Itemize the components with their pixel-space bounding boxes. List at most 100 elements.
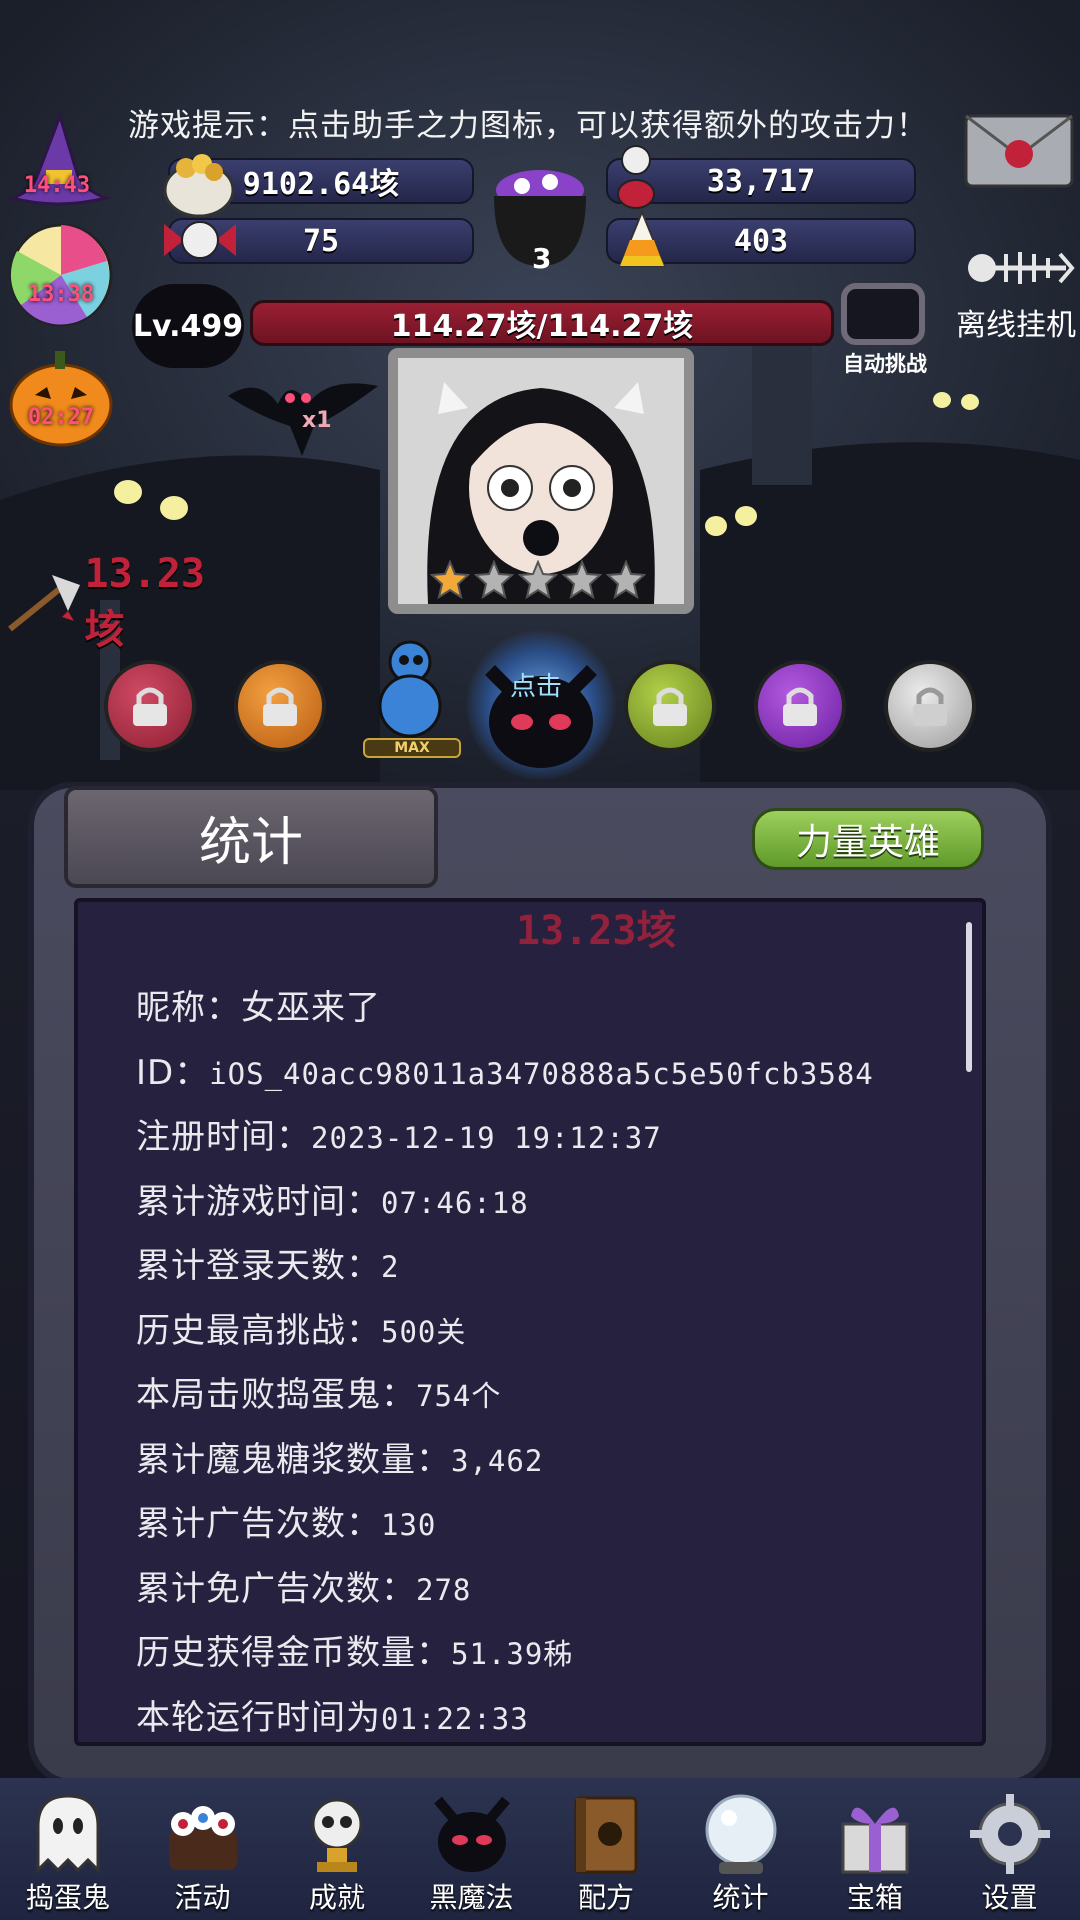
helper-slot-orange-locked[interactable] — [234, 660, 326, 752]
nav-item-7[interactable]: 设置 — [950, 1790, 1070, 1916]
candy-corn-icon — [616, 210, 668, 270]
stat-label: 注册时间： — [136, 1117, 311, 1157]
power-hero-button[interactable]: 力量英雄 — [752, 808, 984, 870]
damage-ghost-text: 13.23垓 — [516, 908, 677, 954]
gold-value: 9102.64垓 — [242, 167, 400, 202]
star-empty-icon — [518, 560, 558, 600]
stat-row: 昵称：女巫来了 — [136, 980, 381, 1029]
skull-candy-icon — [160, 214, 240, 266]
offline-idle-button[interactable]: 离线挂机 — [956, 244, 1080, 343]
skull-trophy-icon — [293, 1790, 381, 1878]
witch-timer: 14:43 — [23, 172, 91, 198]
damage-indicator: 13.23垓 — [2, 551, 242, 653]
candy-bow-value: 75 — [302, 223, 340, 259]
cauldron-count: 3 — [532, 242, 552, 275]
stat-label: ID： — [136, 1052, 210, 1093]
gear-icon — [966, 1790, 1054, 1878]
panel-title: 统计 — [64, 786, 438, 888]
stat-row: 注册时间：2023-12-19 19:12:37 — [136, 1109, 662, 1158]
skull-potion-icon — [606, 142, 670, 212]
demon-head-icon — [428, 1790, 516, 1878]
stat-row: 历史获得金币数量：51.39秭 — [136, 1625, 573, 1674]
stat-value: 500关 — [381, 1314, 467, 1349]
nav-item-4[interactable]: 配方 — [546, 1790, 666, 1916]
envelope-icon — [964, 114, 1074, 188]
stat-label: 历史最高挑战： — [136, 1310, 381, 1351]
helper-slot-red-locked[interactable] — [104, 660, 196, 752]
helper-slot-purple-locked[interactable] — [754, 660, 846, 752]
stat-row: 历史最高挑战：500关 — [136, 1303, 466, 1352]
nav-label: 成就 — [308, 1881, 365, 1914]
stat-value: 51.39秭 — [451, 1637, 574, 1671]
scrollbar[interactable] — [966, 922, 972, 1072]
demon-cat-icon — [485, 665, 597, 768]
stat-value: 07:46:18 — [381, 1185, 529, 1220]
auto-challenge-label: 自动挑战 — [843, 352, 927, 376]
crystal-ball-icon — [697, 1790, 785, 1878]
eyeball-cake-icon — [159, 1790, 247, 1878]
stat-row: ID：iOS_40acc98011a3470888a5c5e50fcb3584 — [136, 1045, 874, 1094]
blue-snowman-icon — [378, 640, 442, 738]
auto-challenge-button[interactable]: 自动挑战 — [830, 282, 940, 382]
stat-row: 累计魔鬼糖浆数量：3,462 — [136, 1432, 543, 1481]
nav-item-3[interactable]: 黑魔法 — [412, 1790, 532, 1916]
stat-value: 女巫来了 — [241, 988, 381, 1028]
axe-icon — [8, 575, 80, 632]
tap-attack-button[interactable]: 点击 — [466, 630, 616, 780]
spellbook-icon — [562, 1790, 650, 1878]
nav-label: 配方 — [577, 1881, 634, 1914]
nav-item-5[interactable]: 统计 — [681, 1790, 801, 1916]
lollipop-icon — [9, 223, 113, 327]
star-empty-icon — [562, 560, 602, 600]
stat-label: 累计魔鬼糖浆数量： — [136, 1439, 451, 1480]
helper-slot-green-locked[interactable] — [624, 660, 716, 752]
gem-value: 33,717 — [706, 163, 816, 199]
nav-item-1[interactable]: 活动 — [143, 1790, 263, 1916]
star-filled-icon — [430, 560, 470, 600]
stat-value: 01:22:33 — [381, 1701, 529, 1736]
enemy-hp-text: 114.27垓/114.27垓 — [390, 309, 694, 344]
stat-label: 累计登录天数： — [136, 1246, 381, 1286]
lock-icon — [913, 687, 947, 726]
bat-helper[interactable]: x1 — [218, 356, 388, 466]
witch-hat-timer-button[interactable]: 14:43 — [2, 110, 112, 220]
stat-value: iOS_40acc98011a3470888a5c5e50fcb3584 — [209, 1056, 874, 1091]
lock-icon — [263, 687, 297, 726]
stat-value: 2023-12-19 19:12:37 — [311, 1121, 662, 1155]
nav-label: 黑魔法 — [429, 1881, 514, 1914]
stat-label: 本局击败捣蛋鬼： — [136, 1375, 416, 1415]
stat-row: 累计广告次数：130 — [136, 1496, 436, 1545]
stat-label: 历史获得金币数量： — [136, 1633, 451, 1673]
bat-multiplier: x1 — [302, 408, 332, 433]
game-hint-text: 游戏提示：点击助手之力图标，可以获得额外的攻击力！ — [128, 108, 928, 144]
cauldron-button[interactable]: 3 — [478, 148, 602, 278]
stat-value: 3,462 — [451, 1443, 544, 1478]
fish-bone-icon — [968, 252, 1075, 284]
nav-item-6[interactable]: 宝箱 — [815, 1790, 935, 1916]
enemy-hp-bar: 114.27垓/114.27垓 — [250, 300, 834, 346]
stat-value: 754个 — [416, 1379, 502, 1413]
lollipop-timer: 13:38 — [27, 281, 95, 307]
stat-label: 本轮运行时间为 — [136, 1697, 381, 1738]
pumpkin-timer: 02:27 — [27, 404, 95, 430]
lock-icon — [653, 687, 687, 726]
stat-value: 278 — [416, 1572, 472, 1607]
helper-slot-white-locked[interactable] — [884, 660, 976, 752]
pumpkin-timer-button[interactable]: 02:27 — [6, 342, 116, 452]
star-empty-icon — [606, 560, 646, 600]
offline-idle-label: 离线挂机 — [956, 308, 1076, 343]
nav-label: 活动 — [174, 1881, 231, 1914]
gift-box-icon — [831, 1790, 919, 1878]
stat-value: 2 — [381, 1250, 400, 1284]
damage-value: 13.23垓 — [84, 551, 205, 653]
nav-item-2[interactable]: 成就 — [277, 1790, 397, 1916]
mail-button[interactable] — [962, 110, 1076, 190]
stat-row: 本轮运行时间为01:22:33 — [136, 1690, 529, 1739]
lollipop-timer-button[interactable]: 13:38 — [6, 220, 116, 330]
nav-item-0[interactable]: 捣蛋鬼 — [8, 1790, 128, 1916]
rank-stars — [430, 560, 650, 604]
stat-label: 累计广告次数： — [136, 1504, 381, 1544]
ghost-icon — [24, 1790, 112, 1878]
helper-slot-blue-max[interactable]: MAX — [360, 636, 464, 766]
max-badge: MAX — [363, 738, 461, 758]
